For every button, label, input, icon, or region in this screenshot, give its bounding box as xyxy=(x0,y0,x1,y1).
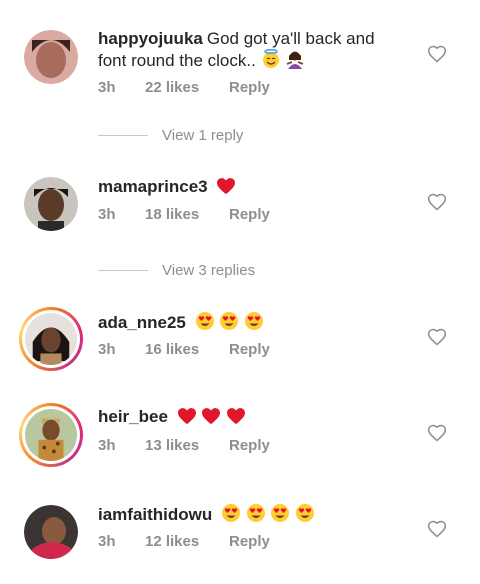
comment-body: heir_bee xyxy=(98,406,398,427)
reply-button[interactable]: Reply xyxy=(229,533,270,550)
heart-outline-icon[interactable] xyxy=(427,44,447,64)
avatar-ring xyxy=(22,406,80,464)
heart-eyes-icon xyxy=(296,504,315,522)
heart-eyes-icon xyxy=(195,312,214,330)
comment-time: 3h xyxy=(98,437,116,454)
heart-outline-icon[interactable] xyxy=(427,327,447,347)
avatar[interactable] xyxy=(24,30,78,84)
avatar-image xyxy=(25,409,77,461)
heart-eyes-icon xyxy=(271,504,290,522)
comment-username[interactable]: ada_nne25 xyxy=(98,313,186,332)
avatar-image xyxy=(24,30,78,84)
comment-username[interactable]: iamfaithidowu xyxy=(98,505,212,524)
woman-gesturing-icon xyxy=(286,51,304,69)
red-heart-icon xyxy=(217,178,236,195)
avatar[interactable] xyxy=(19,403,83,467)
reply-button[interactable]: Reply xyxy=(229,437,270,454)
view-replies-label: View 1 reply xyxy=(162,127,244,144)
comment-time: 3h xyxy=(98,79,116,96)
reply-button[interactable]: Reply xyxy=(229,79,270,96)
avatar[interactable] xyxy=(24,505,78,559)
comment-meta: 3h 16 likes Reply xyxy=(98,341,270,358)
comment-likes[interactable]: 12 likes xyxy=(145,533,229,550)
heart-outline-icon[interactable] xyxy=(427,192,447,212)
red-heart-icon xyxy=(202,408,221,425)
comment-username[interactable]: mamaprince3 xyxy=(98,177,208,196)
red-heart-icon xyxy=(177,408,196,425)
heart-outline-icon[interactable] xyxy=(427,519,447,539)
comment-likes[interactable]: 16 likes xyxy=(145,341,229,358)
divider-line xyxy=(98,135,148,136)
divider-line xyxy=(98,270,148,271)
comment-username[interactable]: happyojuuka xyxy=(98,29,203,48)
red-heart-icon xyxy=(227,408,246,425)
comment-time: 3h xyxy=(98,533,116,550)
comment-body: happyojuuka God got ya'll back and font r… xyxy=(98,28,398,71)
view-replies-button[interactable]: View 1 reply xyxy=(98,127,243,144)
view-replies-button[interactable]: View 3 replies xyxy=(98,262,255,279)
comment-body: ada_nne25 xyxy=(98,311,398,333)
heart-eyes-icon xyxy=(222,504,241,522)
avatar-image xyxy=(24,505,78,559)
heart-outline-icon[interactable] xyxy=(427,423,447,443)
comment-body: iamfaithidowu xyxy=(98,503,398,525)
comment-meta: 3h 22 likes Reply xyxy=(98,79,270,96)
avatar-ring xyxy=(22,310,80,368)
comment-time: 3h xyxy=(98,206,116,223)
view-replies-label: View 3 replies xyxy=(162,262,256,279)
avatar-image xyxy=(24,177,78,231)
heart-eyes-icon xyxy=(220,312,239,330)
avatar[interactable] xyxy=(24,177,78,231)
comment-likes[interactable]: 18 likes xyxy=(145,206,229,223)
comment-likes[interactable]: 22 likes xyxy=(145,79,229,96)
comment-meta: 3h 18 likes Reply xyxy=(98,206,270,223)
comment-time: 3h xyxy=(98,341,116,358)
angel-face-icon xyxy=(262,49,279,68)
comment-meta: 3h 12 likes Reply xyxy=(98,533,270,550)
avatar-image xyxy=(25,313,77,365)
avatar[interactable] xyxy=(19,307,83,371)
comment-likes[interactable]: 13 likes xyxy=(145,437,229,454)
comment-username[interactable]: heir_bee xyxy=(98,407,168,426)
comment-body: mamaprince3 xyxy=(98,176,398,197)
heart-eyes-icon xyxy=(245,312,264,330)
reply-button[interactable]: Reply xyxy=(229,206,270,223)
heart-eyes-icon xyxy=(246,504,265,522)
reply-button[interactable]: Reply xyxy=(229,341,270,358)
comment-meta: 3h 13 likes Reply xyxy=(98,437,270,454)
